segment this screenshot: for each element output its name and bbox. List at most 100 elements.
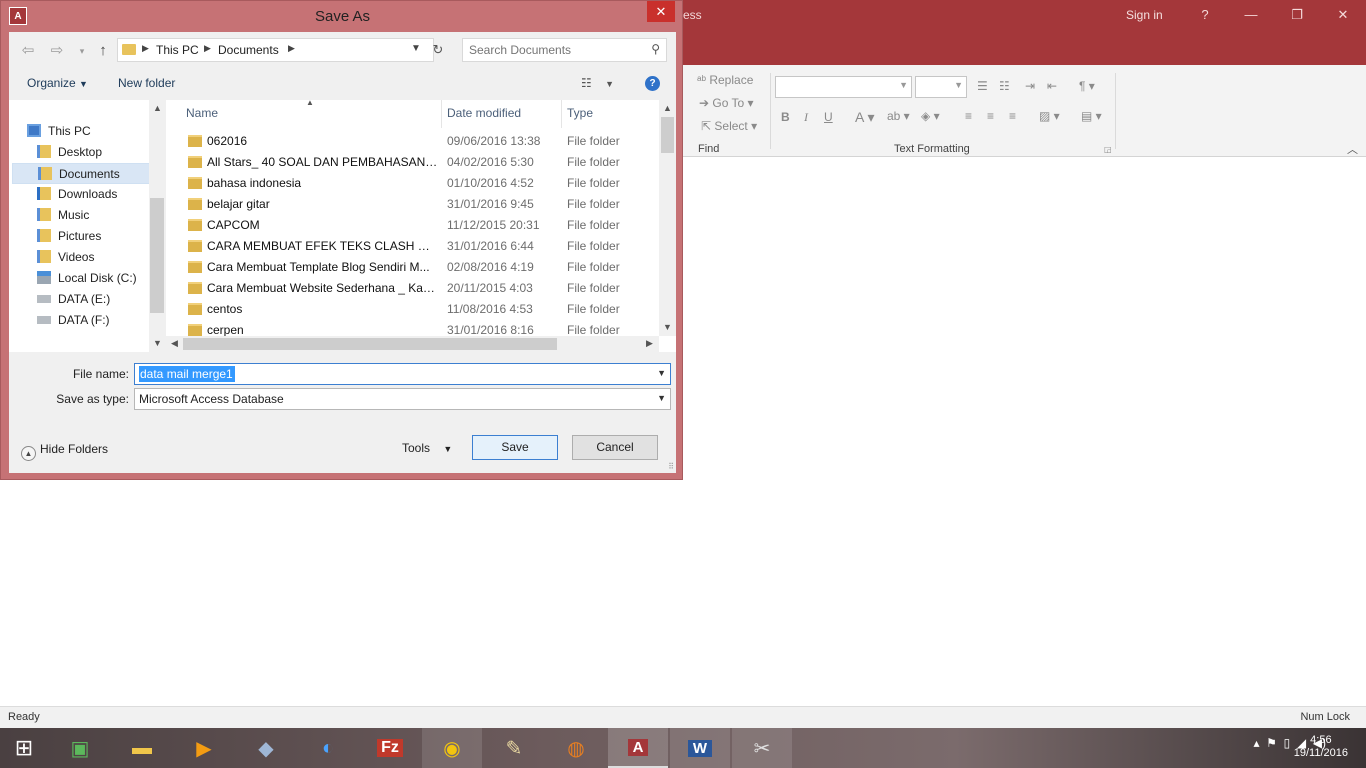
clock[interactable]: 4:56 19/11/2016 — [1294, 734, 1348, 760]
taskbar-media-player[interactable]: ▶ — [174, 728, 234, 768]
taskbar-virtualbox[interactable]: ◆ — [236, 728, 296, 768]
breadcrumb-this-pc[interactable]: This PC — [156, 43, 199, 57]
scroll-down-icon[interactable]: ▼ — [153, 338, 162, 348]
bold-button[interactable]: B — [781, 110, 790, 124]
start-button[interactable]: ⊞ — [0, 728, 48, 768]
highlight-icon[interactable]: ab ▾ — [887, 109, 910, 123]
file-list-vertical-scrollbar[interactable]: ▲ ▼ — [659, 100, 676, 336]
organize-menu[interactable]: Organize ▼ — [27, 76, 88, 90]
chevron-right-icon[interactable]: ▶ — [204, 43, 211, 54]
scroll-up-icon[interactable]: ▲ — [153, 103, 162, 113]
gridlines-icon[interactable]: ▨ ▾ — [1039, 109, 1060, 123]
nav-scroll-thumb[interactable] — [150, 198, 164, 313]
font-name-select[interactable]: ▼ — [775, 76, 912, 98]
scroll-up-icon[interactable]: ▲ — [663, 103, 672, 113]
minimize-icon[interactable]: — — [1228, 4, 1274, 26]
taskbar-access[interactable]: A — [608, 728, 668, 768]
font-color-icon[interactable]: A ▾ — [855, 109, 874, 126]
replace-button[interactable]: ᵃᵇ Replace — [697, 73, 753, 87]
file-name-combobox[interactable]: ▼ — [134, 363, 671, 385]
back-button[interactable]: ⇦ — [17, 40, 39, 62]
nav-item-documents[interactable]: Documents — [12, 163, 152, 184]
taskbar-paint[interactable]: ✎ — [484, 728, 544, 768]
chevron-down-icon[interactable]: ▼ — [657, 368, 666, 378]
taskbar-chrome[interactable]: ◉ — [422, 728, 482, 768]
paragraph-direction-icon[interactable]: ¶ ▾ — [1079, 79, 1095, 93]
collapse-ribbon-icon[interactable]: ︿ — [1347, 141, 1358, 157]
view-options-button[interactable]: ☷ ▼ — [581, 76, 614, 90]
file-row[interactable]: bahasa indonesia 01/10/2016 4:52 File fold… — [166, 173, 659, 194]
numbering-icon[interactable]: ☷ — [999, 79, 1010, 93]
tools-menu[interactable]: Tools ▼ — [402, 441, 452, 455]
italic-button[interactable]: I — [804, 110, 808, 125]
column-header-name[interactable]: Name — [186, 106, 218, 120]
file-list-horizontal-scrollbar[interactable]: ◀ ▶ — [166, 336, 659, 352]
taskbar-network[interactable]: ◐ — [298, 728, 358, 768]
cancel-button[interactable]: Cancel — [572, 435, 658, 460]
up-button[interactable]: ↑ — [92, 40, 114, 62]
taskbar-file-explorer[interactable]: ▬ — [112, 728, 172, 768]
column-header-date[interactable]: Date modified — [447, 106, 521, 120]
column-divider[interactable] — [441, 100, 442, 128]
file-row[interactable]: belajar gitar 31/01/2016 9:45 File folder — [166, 194, 659, 215]
file-row[interactable]: CARA MEMBUAT EFEK TEKS CLASH OF ... 31/01… — [166, 236, 659, 257]
close-icon[interactable]: ✕ — [1320, 4, 1366, 26]
hide-folders-button[interactable]: ▲ Hide Folders — [21, 442, 108, 461]
file-row[interactable]: Cara Membuat Website Sederhana _ Kam... 2… — [166, 278, 659, 299]
align-left-icon[interactable]: ≡ — [965, 109, 972, 123]
bullets-icon[interactable]: ☰ — [977, 79, 988, 93]
forward-button[interactable]: ⇨ — [46, 40, 68, 62]
scroll-right-icon[interactable]: ▶ — [646, 338, 653, 349]
address-dropdown-icon[interactable]: ▼ — [411, 43, 421, 54]
scroll-down-icon[interactable]: ▼ — [663, 322, 672, 332]
taskbar-firefox[interactable]: ◍ — [546, 728, 606, 768]
chevron-right-icon[interactable]: ▶ — [288, 43, 295, 54]
recent-locations-button[interactable]: ▾ — [71, 40, 93, 62]
search-input[interactable] — [469, 40, 639, 60]
save-button[interactable]: Save — [472, 435, 558, 460]
go-to-button[interactable]: ➔ Go To ▾ — [699, 96, 754, 110]
refresh-icon[interactable]: ↻ — [427, 39, 449, 61]
search-icon[interactable]: ⚲ — [651, 42, 660, 56]
taskbar-store[interactable]: ▣ — [50, 728, 110, 768]
help-icon[interactable]: ? — [1182, 4, 1228, 26]
file-name-input[interactable] — [139, 366, 235, 382]
search-box[interactable]: ⚲ — [462, 38, 667, 62]
breadcrumb-documents[interactable]: Documents — [218, 43, 279, 57]
chevron-right-icon[interactable]: ▶ — [142, 43, 149, 54]
chevron-down-icon[interactable]: ▼ — [657, 393, 666, 403]
select-button[interactable]: ⇱ Select ▾ — [701, 119, 757, 133]
nav-scrollbar[interactable]: ▲ ▼ — [149, 100, 166, 352]
file-row[interactable]: cerpen 31/01/2016 8:16 File folder — [166, 320, 659, 336]
new-folder-button[interactable]: New folder — [118, 76, 175, 90]
file-row[interactable]: 062016 09/06/2016 13:38 File folder — [166, 131, 659, 152]
address-bar[interactable]: ▶ This PC ▶ Documents ▶ ▼ — [117, 38, 434, 62]
dialog-close-button[interactable]: ✕ — [647, 1, 675, 22]
align-right-icon[interactable]: ≡ — [1009, 109, 1016, 123]
column-divider[interactable] — [561, 100, 562, 128]
save-as-type-select[interactable]: Microsoft Access Database ▼ — [134, 388, 671, 410]
font-size-select[interactable]: ▼ — [915, 76, 967, 98]
file-row[interactable]: Cara Membuat Template Blog Sendiri M... 0… — [166, 257, 659, 278]
increase-indent-icon[interactable]: ⇥ — [1025, 79, 1035, 93]
file-row[interactable]: All Stars_ 40 SOAL DAN PEMBAHASAN D... 04… — [166, 152, 659, 173]
resize-grip-icon[interactable]: ⠿ — [668, 462, 674, 471]
alternate-row-color-icon[interactable]: ▤ ▾ — [1081, 109, 1102, 123]
vertical-scroll-thumb[interactable] — [661, 117, 674, 153]
taskbar-filezilla[interactable]: Fz — [360, 728, 420, 768]
taskbar-snipping[interactable]: ✂ — [732, 728, 792, 768]
decrease-indent-icon[interactable]: ⇤ — [1047, 79, 1057, 93]
sign-in-link[interactable]: Sign in — [1126, 8, 1163, 22]
dialog-launcher-icon[interactable]: ◲ — [1104, 145, 1112, 154]
help-icon[interactable]: ? — [645, 76, 660, 91]
file-row[interactable]: CAPCOM 11/12/2015 20:31 File folder — [166, 215, 659, 236]
scroll-left-icon[interactable]: ◀ — [171, 338, 178, 349]
align-center-icon[interactable]: ≡ — [987, 109, 994, 123]
taskbar-word[interactable]: W — [670, 728, 730, 768]
nav-item-this-pc[interactable]: This PC — [27, 121, 167, 142]
horizontal-scroll-thumb[interactable] — [183, 338, 557, 350]
file-row[interactable]: centos 11/08/2016 4:53 File folder — [166, 299, 659, 320]
column-header-type[interactable]: Type — [567, 106, 593, 120]
underline-button[interactable]: U — [824, 110, 833, 124]
restore-icon[interactable]: ❐ — [1274, 4, 1320, 26]
